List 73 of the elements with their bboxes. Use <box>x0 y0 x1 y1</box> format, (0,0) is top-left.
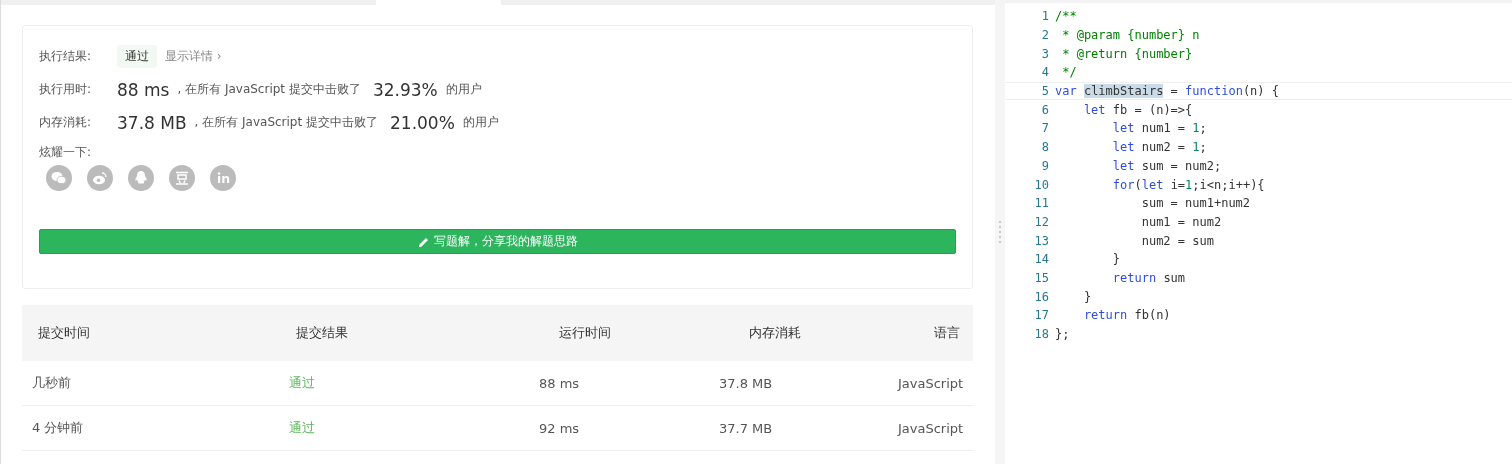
line-number: 17 <box>1033 308 1050 323</box>
chat-bubbles-icon[interactable] <box>46 165 72 191</box>
table-cell-text: JavaScript <box>896 375 965 391</box>
code-line: * @return {number} <box>1061 46 1193 61</box>
code-line: for(let i=1;i<n;i++){ <box>1111 177 1265 192</box>
code-line: sum = num1+num2 <box>1140 196 1251 211</box>
stat-value: 37.8 MB <box>117 112 187 133</box>
column-header: 提交结果 <box>295 324 349 342</box>
stat-suffix: 的用户 <box>445 81 482 98</box>
line-number: 1 <box>1040 9 1050 24</box>
table-cell-text: 几秒前 <box>31 374 72 392</box>
code-line: let sum = num2; <box>1111 158 1222 173</box>
line-number: 16 <box>1033 289 1050 304</box>
stat-label: 执行用时: <box>39 81 93 98</box>
table-cell-text: 4 分钟前 <box>31 419 85 437</box>
code-line: let num2 = 1; <box>1111 140 1207 155</box>
column-header: 运行时间 <box>558 324 612 342</box>
code-line: * @param {number} n <box>1061 28 1200 43</box>
column-header: 提交时间 <box>37 324 91 342</box>
status-tag: 通过 <box>117 45 157 68</box>
line-number: 3 <box>1040 46 1050 61</box>
code-line: } <box>1082 289 1092 304</box>
bean-glyph-icon[interactable] <box>169 165 195 191</box>
line-number: 15 <box>1033 270 1050 285</box>
penguin-icon[interactable] <box>128 165 154 191</box>
result-link[interactable]: 通过 <box>289 419 539 437</box>
code-line: num1 = num2 <box>1140 214 1222 229</box>
in-glyph-icon[interactable] <box>210 165 236 191</box>
stat-label: 内存消耗: <box>39 114 93 131</box>
result-link[interactable]: 通过 <box>289 374 539 392</box>
stat-text: , 在所有 JavaScript 提交中击败了 <box>177 81 361 98</box>
code-line: let fb = (n)=>{ <box>1082 102 1193 117</box>
stat-value: 88 ms <box>117 79 170 100</box>
code-line: */ <box>1061 65 1077 80</box>
line-number: 8 <box>1040 140 1050 155</box>
stat-percent: 32.93% <box>372 79 438 100</box>
code-line: return sum <box>1111 270 1186 285</box>
line-number: 18 <box>1033 327 1050 342</box>
line-number: 14 <box>1033 252 1050 267</box>
stat-text: , 在所有 JavaScript 提交中击败了 <box>194 114 378 131</box>
code-line: return fb(n) <box>1082 308 1171 323</box>
pencil-icon <box>417 235 430 248</box>
line-number: 10 <box>1033 177 1050 192</box>
code-line: var climbStairs = function(n) { <box>1055 84 1279 99</box>
code-line: /** <box>1055 9 1077 24</box>
line-number: 6 <box>1040 102 1050 117</box>
result-label: 执行结果: <box>39 48 93 65</box>
table-cell-text: 37.7 MB <box>719 420 774 436</box>
write-solution-button[interactable]: 写题解，分享我的解题思路 <box>39 229 956 254</box>
code-line: let num1 = 1; <box>1111 121 1207 136</box>
stat-percent: 21.00% <box>390 112 455 133</box>
line-number: 4 <box>1040 65 1050 80</box>
column-header: 语言 <box>933 324 961 342</box>
table-cell-text: 37.8 MB <box>719 375 774 391</box>
line-number: 5 <box>1040 84 1050 99</box>
line-number: 9 <box>1040 158 1050 173</box>
code-line: num2 = sum <box>1140 233 1214 248</box>
eye-swirl-icon[interactable] <box>87 165 113 191</box>
share-label: 炫耀一下: <box>39 143 93 161</box>
line-number: 7 <box>1040 121 1050 136</box>
table-cell-text: 88 ms <box>539 375 581 391</box>
line-number: 13 <box>1033 233 1050 248</box>
column-header: 内存消耗 <box>748 324 802 342</box>
details-link[interactable]: 显示详情 › <box>165 48 222 65</box>
table-cell-text: JavaScript <box>896 420 965 436</box>
resize-handle[interactable] <box>995 0 1005 464</box>
line-number: 12 <box>1033 214 1050 229</box>
stat-suffix: 的用户 <box>462 114 499 131</box>
line-number: 2 <box>1040 28 1050 43</box>
code-line: } <box>1111 252 1121 267</box>
code-line: }; <box>1055 327 1070 342</box>
table-cell-text: 92 ms <box>539 420 581 436</box>
line-number: 11 <box>1033 196 1050 211</box>
